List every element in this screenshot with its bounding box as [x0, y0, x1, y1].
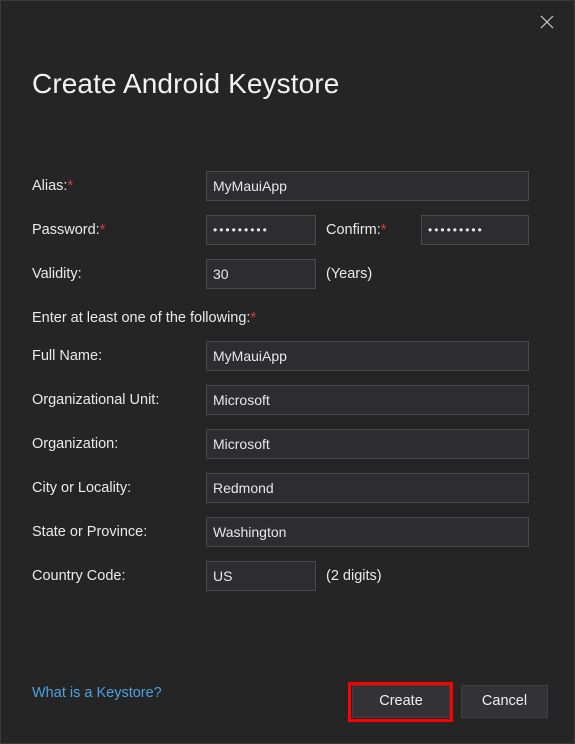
close-button[interactable] — [526, 5, 568, 39]
organizational-unit-input[interactable]: Microsoft — [206, 385, 529, 415]
row-password: Password:* ••••••••• Confirm:* ••••••••• — [1, 215, 574, 259]
dialog-titlebar — [1, 1, 574, 47]
validity-units-label: (Years) — [326, 266, 373, 282]
dialog-footer: What is a Keystore? Create Cancel — [1, 677, 574, 727]
organizational-unit-label: Organizational Unit: — [32, 392, 160, 408]
row-section-note: Enter at least one of the following:* — [1, 303, 574, 341]
validity-label: Validity: — [32, 266, 82, 282]
full-name-label: Full Name: — [32, 348, 103, 364]
page-title: Create Android Keystore — [32, 68, 340, 99]
password-label-text: Password: — [32, 222, 100, 238]
row-alias: Alias:* MyMauiApp — [1, 171, 574, 215]
city-or-locality-label: City or Locality: — [32, 480, 132, 496]
section-note: Enter at least one of the following:* — [32, 303, 256, 333]
what-is-a-keystore-link[interactable]: What is a Keystore? — [32, 685, 162, 701]
confirm-label-text: Confirm: — [326, 222, 381, 238]
country-code-input[interactable]: US — [206, 561, 316, 591]
row-city-or-locality: City or Locality: Redmond — [1, 473, 574, 517]
section-note-text: Enter at least one of the following: — [32, 310, 251, 326]
row-organization: Organization: Microsoft — [1, 429, 574, 473]
confirm-label: Confirm:* — [326, 215, 386, 245]
alias-required-marker: * — [67, 178, 74, 194]
organization-input[interactable]: Microsoft — [206, 429, 529, 459]
full-name-input[interactable]: MyMauiApp — [206, 341, 529, 371]
country-code-label: Country Code: — [32, 568, 126, 584]
country-code-hint-label: (2 digits) — [326, 568, 382, 584]
state-or-province-input[interactable]: Washington — [206, 517, 529, 547]
keystore-form: Alias:* MyMauiApp Password:* ••••••••• C… — [1, 171, 574, 605]
validity-input[interactable]: 30 — [206, 259, 316, 289]
create-android-keystore-dialog: Create Android Keystore Alias:* MyMauiAp… — [0, 0, 575, 744]
state-or-province-label: State or Province: — [32, 524, 148, 540]
alias-label: Alias:* — [32, 171, 73, 201]
row-full-name: Full Name: MyMauiApp — [1, 341, 574, 385]
row-organizational-unit: Organizational Unit: Microsoft — [1, 385, 574, 429]
password-label: Password:* — [32, 215, 105, 245]
row-state-or-province: State or Province: Washington — [1, 517, 574, 561]
row-country-code: Country Code: US (2 digits) — [1, 561, 574, 605]
confirm-input[interactable]: ••••••••• — [421, 215, 529, 245]
create-button[interactable]: Create — [352, 685, 450, 718]
section-note-required-marker: * — [250, 310, 257, 326]
alias-input[interactable]: MyMauiApp — [206, 171, 529, 201]
password-input[interactable]: ••••••••• — [206, 215, 316, 245]
cancel-button[interactable]: Cancel — [461, 685, 548, 718]
row-validity: Validity: 30 (Years) — [1, 259, 574, 303]
confirm-required-marker: * — [380, 222, 387, 238]
close-icon — [540, 15, 554, 29]
organization-label: Organization: — [32, 436, 119, 452]
password-required-marker: * — [99, 222, 106, 238]
city-or-locality-input[interactable]: Redmond — [206, 473, 529, 503]
alias-label-text: Alias: — [32, 178, 68, 194]
